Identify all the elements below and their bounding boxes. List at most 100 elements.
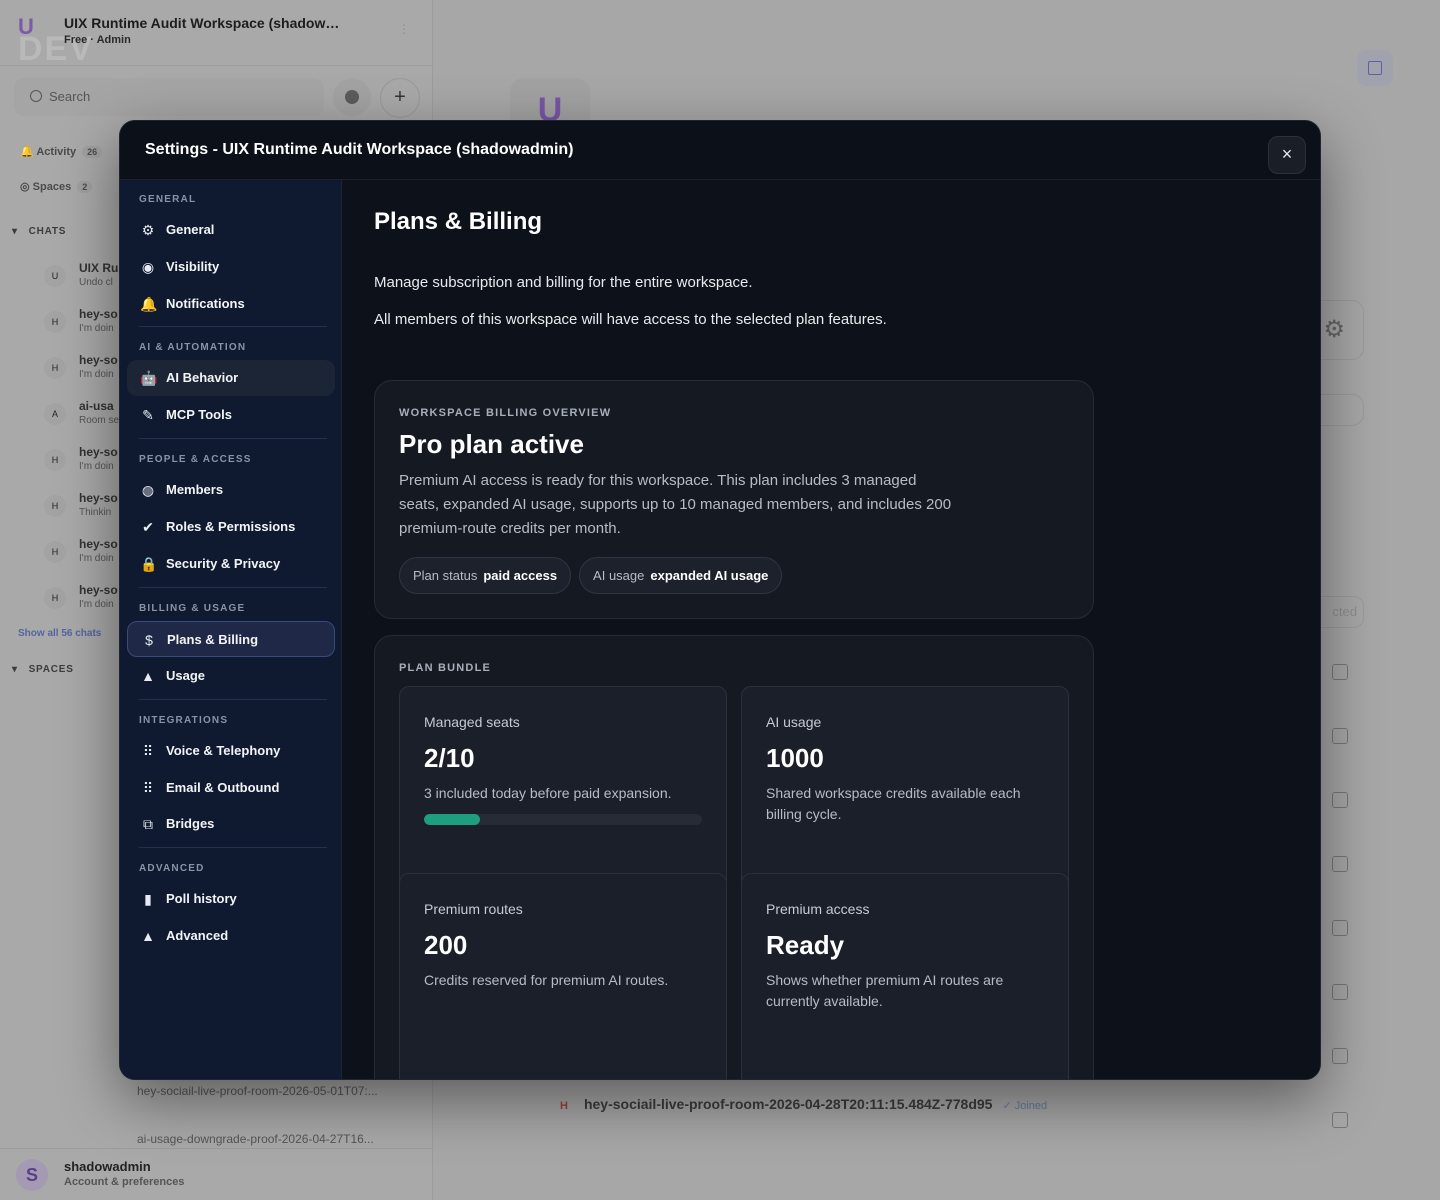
chip-value: paid access (483, 568, 558, 583)
search-input[interactable]: Search (14, 78, 324, 116)
billing-icon: $ (145, 632, 153, 648)
nav-item-members[interactable]: ◍ Members (127, 472, 335, 508)
tile-value: 2/10 (424, 743, 475, 773)
nav-item-plans-billing[interactable]: $ Plans & Billing (127, 621, 335, 657)
grid-dots-icon: ⠿ (142, 780, 154, 796)
plan-description: Premium AI access is ready for this work… (399, 472, 952, 537)
filter-activity-label: Activity (36, 146, 77, 158)
nav-section-billing-usage: BILLING & USAGE (139, 603, 246, 614)
nav-section-advanced: ADVANCED (139, 863, 205, 874)
row-checkbox[interactable] (1332, 1112, 1348, 1128)
chat-item[interactable]: Hhey-so I'm doin (44, 443, 124, 483)
chat-preview: Thinkin (79, 507, 112, 518)
nav-item-notifications[interactable]: 🔔 Notifications (127, 286, 335, 322)
user-name: shadowadmin (64, 1159, 151, 1174)
filter-activity-count: 26 (82, 146, 103, 158)
chat-name: hey-so (79, 307, 118, 321)
chat-avatar: A (44, 403, 66, 425)
nav-item-ai-behavior[interactable]: 🤖 AI Behavior (127, 360, 335, 396)
nav-item-email-outbound[interactable]: ⠿ Email & Outbound (127, 770, 335, 806)
status-badge: AI usage expanded AI usage (579, 557, 783, 594)
row-checkbox[interactable] (1332, 792, 1348, 808)
premium-access-tile: Premium access Ready Shows whether premi… (741, 873, 1069, 1079)
nav-item-poll-history[interactable]: ▮ Poll history (127, 881, 335, 917)
chat-name: hey-so (79, 491, 118, 505)
workspace-header[interactable]: U DEV UIX Runtime Audit Workspace (shado… (0, 0, 433, 68)
user-account-bar[interactable]: S shadowadmin Account & preferences (0, 1148, 433, 1200)
chat-preview: Undo cl (79, 277, 113, 288)
chat-item[interactable]: U UIX Ru Undo cl (44, 259, 124, 299)
chat-item[interactable]: Hhey-so I'm doin (44, 351, 124, 391)
room-list-item[interactable]: Hhey-sociail-live-proof-room-2026-04-28T… (560, 1096, 1047, 1112)
robot-icon: 🤖 (140, 370, 158, 386)
nav-item-roles-permissions[interactable]: ✔ Roles & Permissions (127, 509, 335, 545)
seats-progress-bar (424, 814, 702, 825)
row-checkbox[interactable] (1332, 664, 1348, 680)
chat-item[interactable]: Hhey-so I'm doin (44, 535, 124, 575)
nav-item-general[interactable]: ⚙ General (127, 212, 335, 248)
page-intro: Manage subscription and billing for the … (374, 274, 753, 291)
chat-item[interactable]: Hhey-so Thinkin (44, 489, 124, 529)
status-badge: Plan status paid access (399, 557, 572, 594)
chat-avatar: H (44, 357, 66, 379)
row-checkbox[interactable] (1332, 856, 1348, 872)
chat-item[interactable]: Hhey-so I'm doin (44, 581, 124, 621)
gear-icon: ⚙ (141, 222, 155, 238)
nav-item-visibility[interactable]: ◉ Visibility (127, 249, 335, 285)
nav-item-mcp-tools[interactable]: ✎ MCP Tools (127, 397, 335, 433)
filter-spaces[interactable]: ◎ Spaces 2 (20, 180, 93, 193)
bar-chart-icon: ▮ (144, 891, 152, 907)
panel-toggle-button[interactable] (1357, 50, 1393, 86)
warning-icon: ▲ (141, 668, 155, 684)
chats-section-header[interactable]: ▾ CHATS (12, 226, 66, 237)
nav-item-label: Advanced (166, 928, 229, 943)
chat-avatar: H (44, 541, 66, 563)
show-all-chats-link[interactable]: Show all 56 chats (18, 628, 101, 639)
globe-icon: ◍ (141, 482, 155, 498)
nav-item-label: MCP Tools (166, 407, 232, 422)
nav-item-bridges[interactable]: ⧉ Bridges (127, 806, 335, 842)
workspace-plan: Free · Admin (64, 34, 131, 46)
room-name: hey-sociail-live-proof-room-2026-04-28T2… (583, 1096, 993, 1112)
chat-item[interactable]: Aai-usa Room se (44, 397, 124, 437)
filter-activity[interactable]: 🔔 Activity 26 (20, 145, 103, 158)
row-checkbox[interactable] (1332, 728, 1348, 744)
nav-item-voice-telephony[interactable]: ⠿ Voice & Telephony (127, 733, 335, 769)
close-button[interactable]: × (1268, 136, 1306, 174)
premium-routes-tile: Premium routes 200 Credits reserved for … (399, 873, 727, 1079)
space-room-item[interactable]: ai-usage-downgrade-proof-2026-04-27T16..… (137, 1132, 374, 1146)
tile-label: Premium routes (424, 901, 523, 917)
chat-preview: Room se (79, 415, 120, 426)
row-checkbox[interactable] (1332, 984, 1348, 1000)
spaces-section-header[interactable]: ▾ SPACES (12, 664, 74, 675)
chat-preview: I'm doin (79, 369, 114, 380)
tile-description: 3 included today before paid expansion. (424, 785, 672, 801)
chat-avatar: H (44, 495, 66, 517)
explore-button[interactable] (333, 78, 371, 116)
room-avatar-small: H (560, 1100, 568, 1112)
row-checkbox[interactable] (1332, 1048, 1348, 1064)
close-icon: × (1281, 144, 1293, 164)
nav-item-security-privacy[interactable]: 🔒 Security & Privacy (127, 546, 335, 582)
nav-item-label: Usage (166, 668, 206, 683)
nav-item-advanced[interactable]: ▲ Advanced (127, 918, 335, 954)
seats-progress-fill (424, 814, 480, 825)
nav-item-label: Visibility (166, 259, 220, 274)
chat-item[interactable]: Hhey-so I'm doin (44, 305, 124, 345)
workspace-title: UIX Runtime Audit Workspace (shadow… (64, 15, 340, 31)
nav-divider (139, 438, 327, 439)
badge-check-icon: ✔ (142, 519, 154, 535)
bundle-eyebrow: PLAN BUNDLE (399, 662, 492, 674)
bridge-icon: ⧉ (143, 816, 153, 832)
workspace-menu-icon[interactable]: ⋮ (398, 22, 410, 36)
nav-item-label: Bridges (166, 816, 215, 831)
row-checkbox[interactable] (1332, 920, 1348, 936)
tile-label: AI usage (766, 714, 822, 730)
chats-header-label: CHATS (28, 226, 67, 237)
chat-preview: I'm doin (79, 553, 114, 564)
space-room-item[interactable]: hey-sociail-live-proof-room-2026-05-01T0… (137, 1084, 378, 1098)
nav-divider (139, 847, 327, 848)
new-chat-button[interactable]: + (380, 78, 420, 118)
warning-icon: ▲ (141, 928, 155, 944)
nav-item-usage[interactable]: ▲ Usage (127, 658, 335, 694)
